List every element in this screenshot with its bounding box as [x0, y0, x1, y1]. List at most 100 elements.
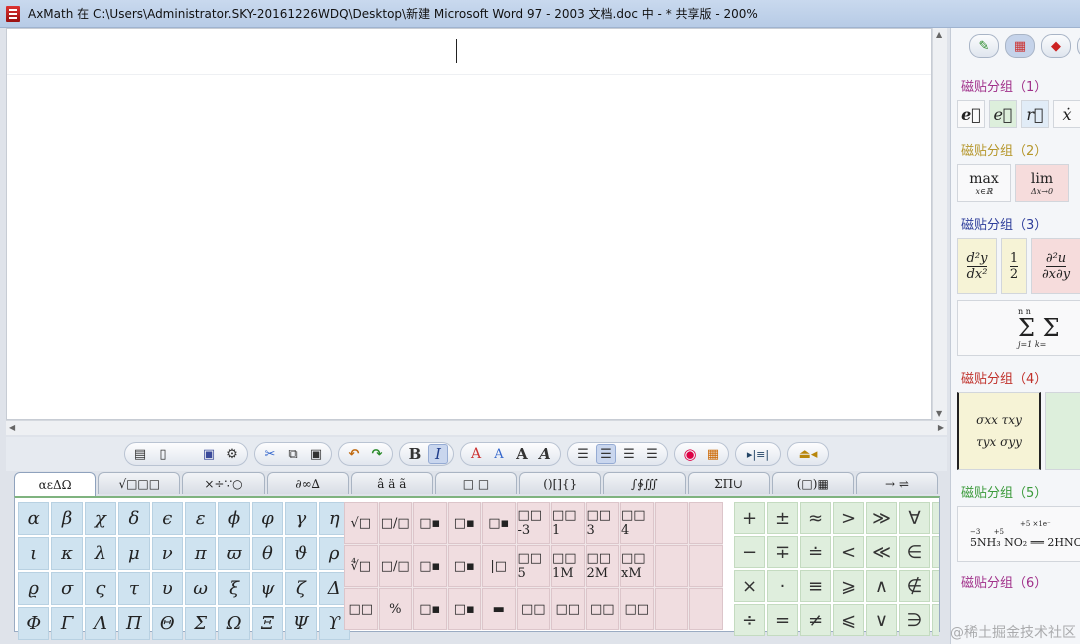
- template-button[interactable]: □□: [620, 588, 654, 630]
- greek-symbol-button[interactable]: ν: [151, 537, 183, 570]
- tile-vector-r[interactable]: r⃗: [1021, 100, 1049, 128]
- greek-symbol-button[interactable]: χ: [84, 502, 117, 535]
- align-left-icon[interactable]: ☰: [573, 444, 593, 464]
- tab-2[interactable]: √□□□: [98, 472, 181, 494]
- operator-button[interactable]: ·: [767, 570, 798, 602]
- greek-symbol-button[interactable]: ϵ: [151, 502, 183, 535]
- template-button[interactable]: □□ 1: [551, 502, 585, 544]
- italic-button[interactable]: I: [428, 444, 448, 464]
- settings-icon[interactable]: ⚙: [222, 444, 242, 464]
- tile-vector-e[interactable]: e⃗: [989, 100, 1017, 128]
- greek-symbol-button[interactable]: Ψ: [285, 607, 317, 640]
- tab-7[interactable]: ()[]{}: [519, 472, 602, 494]
- undo-icon[interactable]: ↶: [344, 444, 364, 464]
- tile-second-derivative[interactable]: d²y dx²: [957, 238, 997, 294]
- operator-button[interactable]: +: [734, 502, 765, 534]
- tile-double-sum[interactable]: n n Σ Σ j=1 k=: [957, 300, 1080, 356]
- brush-icon[interactable]: ✎: [969, 34, 999, 58]
- tile-max[interactable]: max x∈ℝ: [957, 164, 1011, 202]
- greek-symbol-button[interactable]: δ: [118, 502, 150, 535]
- tile-chemical-equation[interactable]: +5 ×1e⁻ −3 +5 5NH₃ NO₂ ══ 2HNO: [957, 506, 1080, 562]
- greek-symbol-button[interactable]: ϕ: [218, 502, 250, 535]
- tile-vector-e-bold[interactable]: e⃗: [957, 100, 985, 128]
- template-button[interactable]: □□ 2M: [585, 545, 619, 587]
- operator-button[interactable]: >: [833, 502, 864, 534]
- template-button[interactable]: [654, 502, 688, 544]
- template-button[interactable]: □/□: [378, 502, 412, 544]
- template-button[interactable]: □□ 1M: [551, 545, 585, 587]
- tab-4[interactable]: ∂∞∆: [266, 472, 349, 494]
- operator-button[interactable]: ≠: [800, 604, 831, 636]
- greek-symbol-button[interactable]: Σ: [184, 607, 217, 640]
- greek-symbol-button[interactable]: Θ: [151, 607, 183, 640]
- color-grid-icon[interactable]: ▦: [703, 444, 723, 464]
- template-button[interactable]: ∜□: [344, 545, 378, 587]
- template-button[interactable]: □□ 3: [585, 502, 619, 544]
- operator-button[interactable]: =: [767, 604, 798, 636]
- operator-button[interactable]: ≈: [800, 502, 831, 534]
- operator-button[interactable]: −: [932, 536, 939, 568]
- tile-partial[interactable]: ∂²u ∂x∂y: [1031, 238, 1080, 294]
- tile-stress-matrix[interactable]: σxx τxy τyx σyy: [957, 392, 1041, 470]
- operator-button[interactable]: ∈: [899, 536, 930, 568]
- palette-icon[interactable]: ▦: [1005, 34, 1035, 58]
- greek-symbol-button[interactable]: Γ: [51, 607, 83, 640]
- operator-button[interactable]: −: [932, 570, 939, 602]
- greek-symbol-button[interactable]: Ω: [218, 607, 250, 640]
- font-a2-icon[interactable]: A: [489, 444, 509, 464]
- paste-icon[interactable]: ▣: [306, 444, 326, 464]
- new-icon[interactable]: ▤: [130, 444, 150, 464]
- template-button[interactable]: □□ -3: [516, 502, 550, 544]
- template-button[interactable]: □▪: [482, 502, 516, 544]
- scroll-right-icon[interactable]: ▶: [938, 423, 944, 432]
- template-button[interactable]: □▪: [413, 502, 447, 544]
- greek-symbol-button[interactable]: ϑ: [285, 537, 317, 570]
- template-button[interactable]: □▪: [447, 502, 481, 544]
- font-a4-icon[interactable]: A: [535, 444, 555, 464]
- template-button[interactable]: □□: [344, 588, 378, 630]
- template-button[interactable]: □/□: [378, 545, 412, 587]
- template-button[interactable]: %: [378, 588, 412, 630]
- greek-symbol-button[interactable]: ε: [184, 502, 217, 535]
- template-button[interactable]: □▪: [447, 545, 481, 587]
- template-button[interactable]: [689, 502, 723, 544]
- tab-1[interactable]: αεΔΩ: [14, 472, 97, 496]
- greek-symbol-button[interactable]: ω: [184, 572, 217, 605]
- greek-symbol-button[interactable]: ς: [84, 572, 117, 605]
- eraser-icon[interactable]: ◆: [1041, 34, 1071, 58]
- template-button[interactable]: [689, 588, 723, 630]
- tile-lim[interactable]: lim Δx→0: [1015, 164, 1069, 202]
- redo-icon[interactable]: ↷: [367, 444, 387, 464]
- operator-button[interactable]: ⩾: [833, 570, 864, 602]
- operator-button[interactable]: ≐: [800, 536, 831, 568]
- template-button[interactable]: √□: [344, 502, 378, 544]
- template-button[interactable]: □▪: [447, 588, 481, 630]
- editor-horizontal-scrollbar[interactable]: ◀ ▶: [6, 420, 947, 435]
- operator-button[interactable]: ×: [734, 570, 765, 602]
- greek-symbol-button[interactable]: ψ: [251, 572, 284, 605]
- template-button[interactable]: □□: [585, 588, 619, 630]
- template-button[interactable]: □▪: [413, 545, 447, 587]
- operator-button[interactable]: ≫: [866, 502, 897, 534]
- operator-button[interactable]: −: [734, 536, 765, 568]
- save-icon[interactable]: ▣: [199, 444, 219, 464]
- template-button[interactable]: □□: [516, 588, 550, 630]
- operator-button[interactable]: −: [932, 604, 939, 636]
- greek-symbol-button[interactable]: Φ: [18, 607, 50, 640]
- greek-symbol-button[interactable]: Π: [118, 607, 150, 640]
- align-center-icon[interactable]: ☰: [596, 444, 616, 464]
- template-button[interactable]: [654, 545, 688, 587]
- operator-button[interactable]: ∉: [899, 570, 930, 602]
- copy-icon[interactable]: ⧉: [283, 444, 303, 464]
- scroll-down-icon[interactable]: ▼: [936, 409, 942, 418]
- greek-symbol-button[interactable]: ξ: [218, 572, 250, 605]
- greek-symbol-button[interactable]: λ: [84, 537, 117, 570]
- operator-button[interactable]: ∋: [899, 604, 930, 636]
- template-button[interactable]: [654, 588, 688, 630]
- template-button[interactable]: □□ 4: [620, 502, 654, 544]
- greek-symbol-button[interactable]: υ: [151, 572, 183, 605]
- tab-3[interactable]: ×÷∵○: [182, 472, 265, 494]
- font-a1-icon[interactable]: A: [466, 444, 486, 464]
- greek-symbol-button[interactable]: α: [18, 502, 50, 535]
- greek-symbol-button[interactable]: ζ: [285, 572, 317, 605]
